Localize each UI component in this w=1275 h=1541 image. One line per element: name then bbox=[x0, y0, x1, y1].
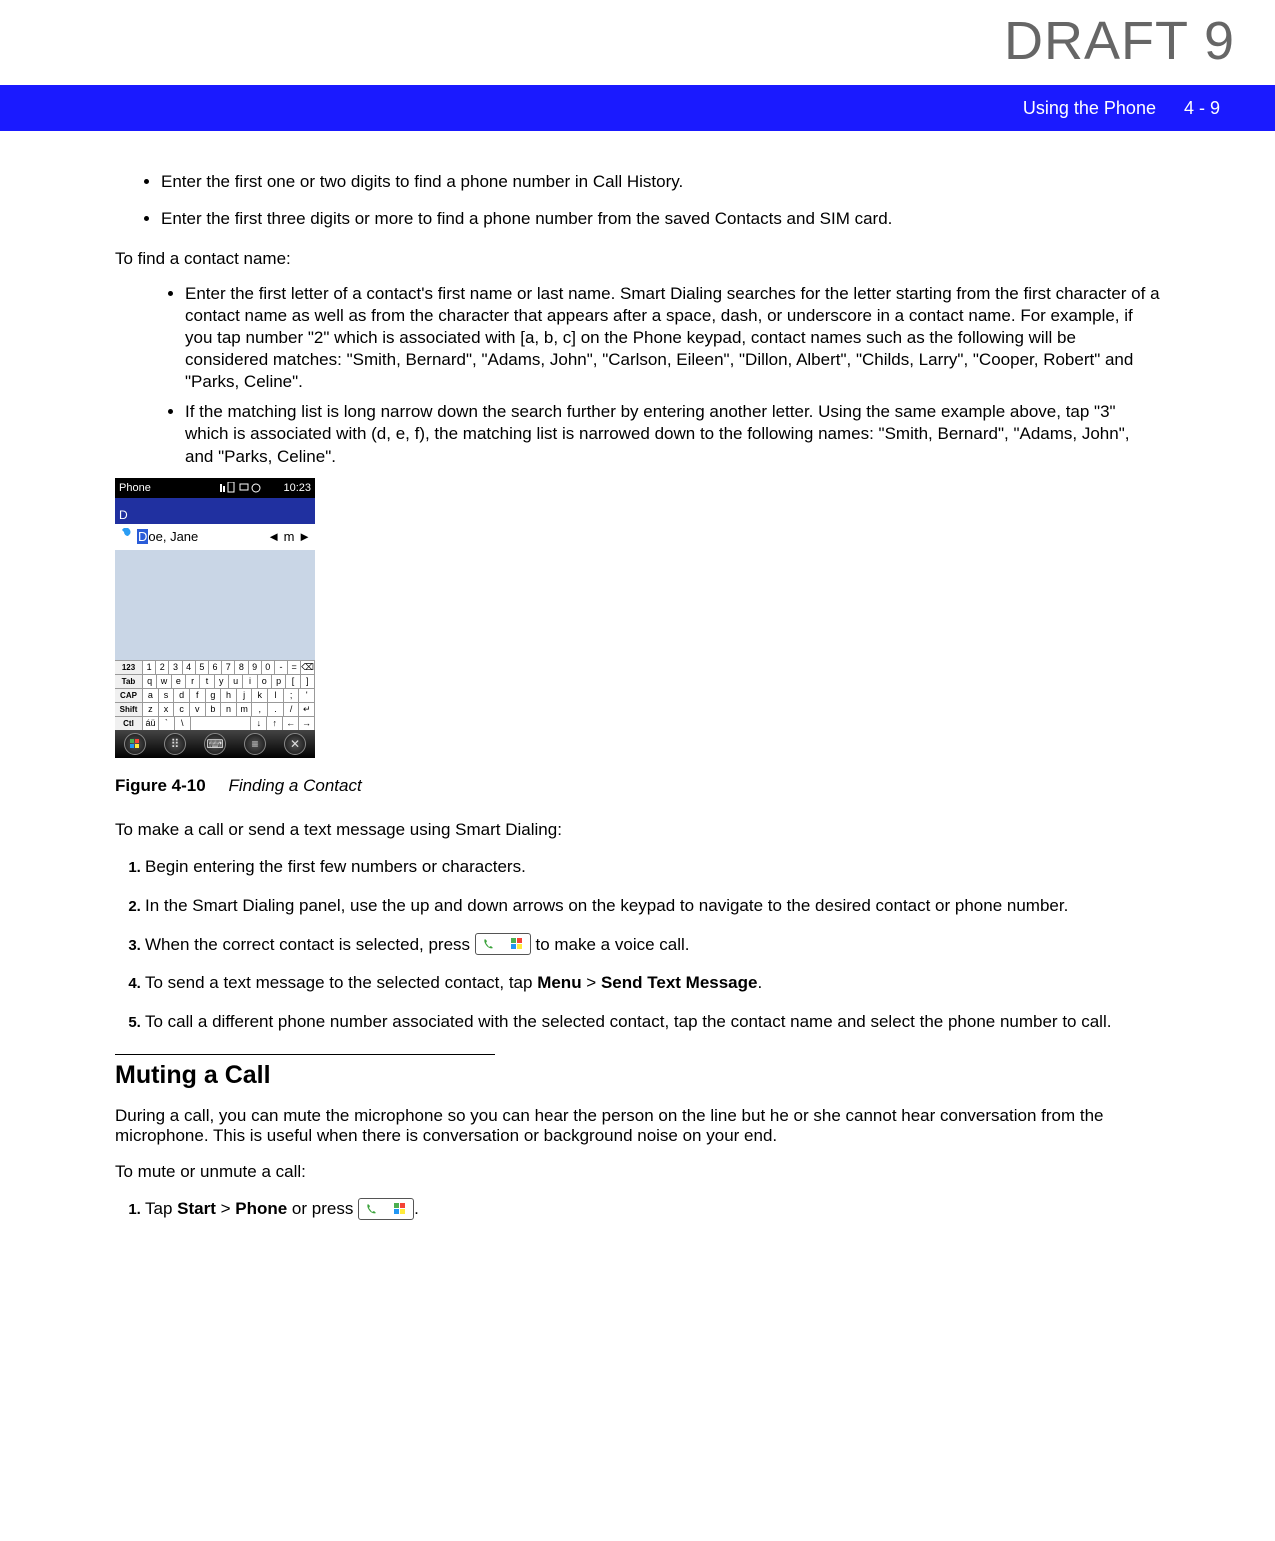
figure-text: Finding a Contact bbox=[228, 776, 361, 795]
contact-highlight: D bbox=[137, 529, 148, 544]
contact-icon bbox=[119, 528, 133, 545]
draft-watermark: DRAFT 9 bbox=[1004, 10, 1235, 72]
intro-bullet: Enter the first three digits or more to … bbox=[161, 208, 1160, 231]
step: To send a text message to the selected c… bbox=[145, 972, 1160, 995]
phone-empty-area bbox=[115, 550, 315, 660]
intro-bullet-list: Enter the first one or two digits to fin… bbox=[161, 171, 1160, 231]
header-page: 4 - 9 bbox=[1184, 98, 1220, 119]
start-icon bbox=[124, 733, 146, 755]
call-key-icon bbox=[358, 1198, 414, 1220]
phone-titlebar: Phone 10:23 bbox=[115, 478, 315, 498]
muting-steps: Tap Start > Phone or press . bbox=[145, 1198, 1160, 1221]
phone-time: 10:23 bbox=[283, 482, 311, 494]
call-key-icon bbox=[475, 933, 531, 955]
step: Tap Start > Phone or press . bbox=[145, 1198, 1160, 1221]
keyboard-icon: ⌨ bbox=[204, 733, 226, 755]
phone-screenshot: Phone 10:23 D Doe, Jane bbox=[115, 478, 315, 758]
figure-label: Figure 4-10 bbox=[115, 776, 206, 795]
step: To call a different phone number associa… bbox=[145, 1011, 1160, 1034]
close-icon: ✕ bbox=[284, 733, 306, 755]
step: Begin entering the first few numbers or … bbox=[145, 856, 1160, 879]
find-name-bullet: If the matching list is long narrow down… bbox=[185, 401, 1160, 467]
header-chapter: Using the Phone bbox=[1023, 98, 1156, 119]
phone-keyboard: 1231234567890-=⌫ Tabqwertyuiop[] CAPasdf… bbox=[115, 660, 315, 730]
contact-rest: oe, Jane bbox=[148, 529, 198, 544]
figure-caption: Figure 4-10 Finding a Contact bbox=[115, 776, 1160, 796]
section-heading-muting: Muting a Call bbox=[115, 1061, 1160, 1090]
find-name-bullet: Enter the first letter of a contact's fi… bbox=[185, 283, 1160, 393]
page-header: Using the Phone 4 - 9 bbox=[0, 85, 1275, 131]
intro-bullet: Enter the first one or two digits to fin… bbox=[161, 171, 1160, 194]
muting-para: During a call, you can mute the micropho… bbox=[115, 1106, 1160, 1146]
smart-dialing-intro: To make a call or send a text message us… bbox=[115, 820, 1160, 840]
phone-bottom-bar: ⠿ ⌨ ≡ ✕ bbox=[115, 730, 315, 758]
phone-app-title: Phone bbox=[119, 482, 151, 494]
find-name-bullet-list: Enter the first letter of a contact's fi… bbox=[185, 283, 1160, 468]
smart-dialing-steps: Begin entering the first few numbers or … bbox=[145, 856, 1160, 1035]
phone-search-text: D bbox=[119, 508, 128, 522]
step: In the Smart Dialing panel, use the up a… bbox=[145, 895, 1160, 918]
contact-side: ◄ m ► bbox=[267, 529, 311, 544]
find-name-intro: To find a contact name: bbox=[115, 249, 1160, 269]
phone-status-icons: 10:23 bbox=[220, 482, 311, 494]
phone-result-row: Doe, Jane ◄ m ► bbox=[115, 524, 315, 550]
section-rule bbox=[115, 1054, 495, 1055]
menu-icon: ≡ bbox=[244, 733, 266, 755]
phone-search-bar: D bbox=[115, 498, 315, 524]
step: When the correct contact is selected, pr… bbox=[145, 934, 1160, 957]
muting-intro: To mute or unmute a call: bbox=[115, 1162, 1160, 1182]
contact-name: Doe, Jane bbox=[137, 529, 198, 544]
keypad-icon: ⠿ bbox=[164, 733, 186, 755]
